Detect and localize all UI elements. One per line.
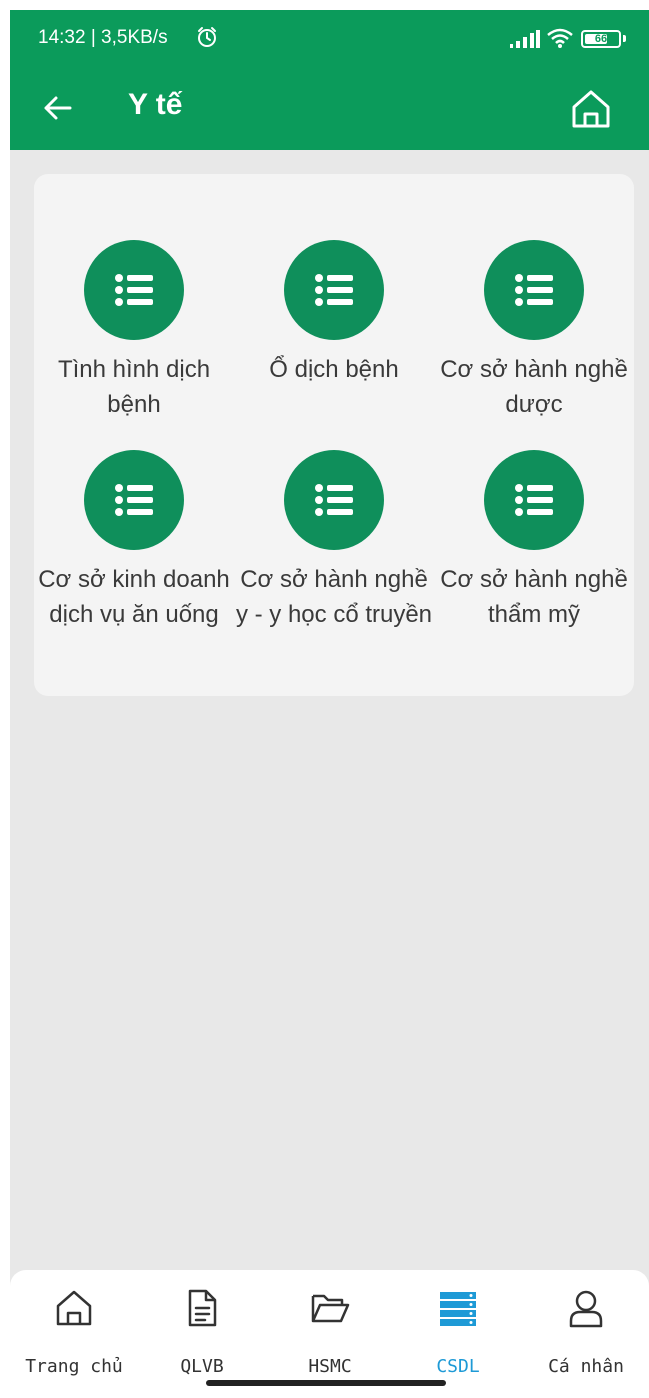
home-icon[interactable] (568, 86, 614, 132)
database-icon (440, 1292, 476, 1326)
nav-item-trang-chu[interactable]: Trang chủ (10, 1270, 138, 1398)
list-icon (84, 240, 184, 340)
list-icon (284, 450, 384, 550)
page-title: Y tế (128, 88, 183, 121)
grid-item-label: Tình hình dịch bệnh (57, 356, 211, 418)
list-icon (484, 240, 584, 340)
battery-level: 66 (594, 33, 608, 45)
grid-item-label: Cơ sở hành nghề dược (440, 356, 628, 418)
nav-item-csdl[interactable]: CSDL (394, 1270, 522, 1398)
wifi-icon (547, 28, 573, 48)
document-icon (188, 1289, 217, 1327)
user-icon (569, 1290, 603, 1328)
grid-item-label: Ổ dịch bệnh (269, 356, 399, 383)
home-icon (56, 1290, 92, 1326)
nav-item-hsmc[interactable]: HSMC (266, 1270, 394, 1398)
grid-item-label: Cơ sở hành nghề y - y học cổ truyền (235, 566, 433, 628)
category-grid: Tình hình dịch bệnh Ổ dịch bệnh Cơ sở hà… (34, 174, 634, 696)
nav-label: Trang chủ (25, 1356, 123, 1377)
nav-label: Cá nhân (548, 1356, 624, 1377)
home-indicator (206, 1380, 446, 1386)
list-icon (284, 240, 384, 340)
nav-item-qlvb[interactable]: QLVB (138, 1270, 266, 1398)
nav-label-active: CSDL (436, 1356, 480, 1377)
back-arrow-icon[interactable] (36, 86, 80, 130)
battery-icon: 66 (581, 30, 627, 48)
app-bar: Y tế (10, 66, 649, 150)
status-time: 14:32 | 3,5KB/s (38, 27, 168, 48)
header: 14:32 | 3,5KB/s 66 Y tế (10, 10, 649, 150)
nav-label: QLVB (180, 1356, 224, 1377)
grid-item-label: Cơ sở hành nghề thẩm mỹ (440, 566, 628, 628)
bottom-nav: Trang chủ QLVB HSMC CSDL Cá nhân (10, 1270, 649, 1398)
status-bar: 14:32 | 3,5KB/s 66 (10, 10, 649, 66)
signal-icon (510, 30, 540, 48)
grid-item-label: Cơ sở kinh doanh dịch vụ ăn uống (38, 566, 230, 628)
nav-item-ca-nhan[interactable]: Cá nhân (522, 1270, 649, 1398)
screen: 14:32 | 3,5KB/s 66 Y tế Tình hình dịch b… (10, 10, 649, 1398)
folder-icon (311, 1294, 350, 1323)
nav-label: HSMC (308, 1356, 352, 1377)
alarm-icon (198, 27, 216, 47)
list-icon (484, 450, 584, 550)
list-icon (84, 450, 184, 550)
